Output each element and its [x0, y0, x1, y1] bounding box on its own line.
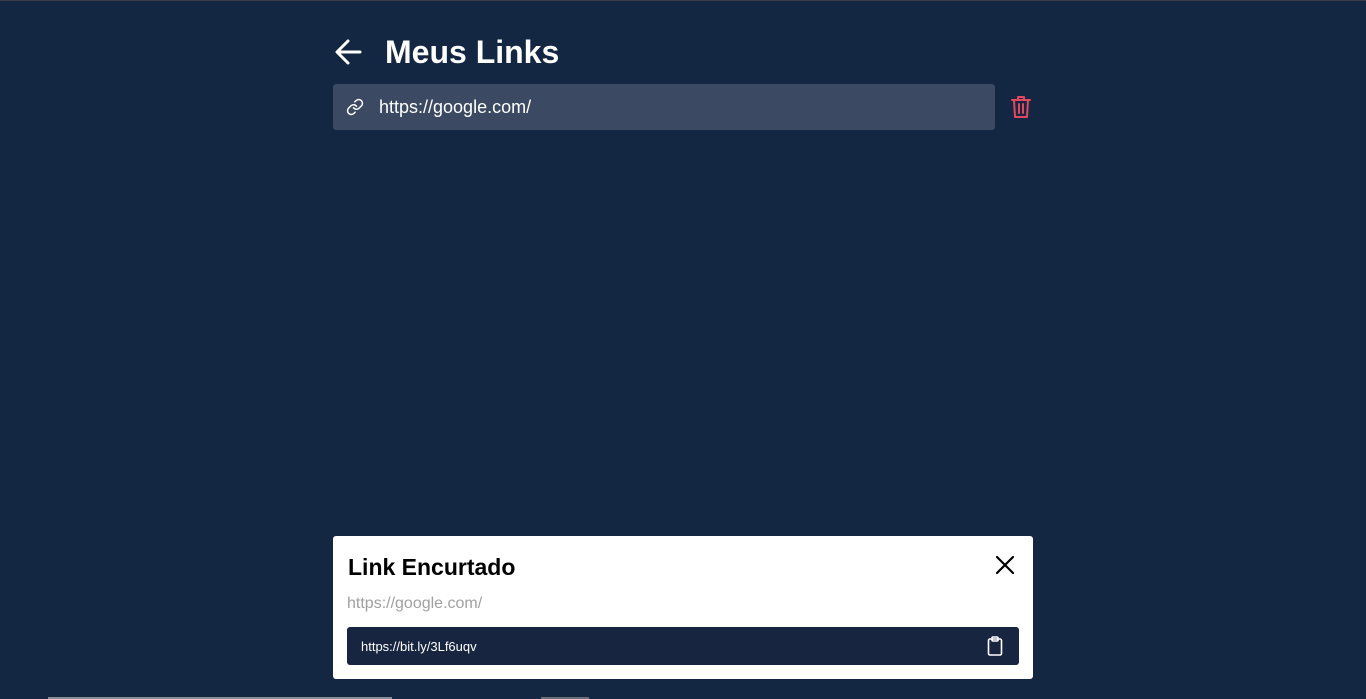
- link-url: https://google.com/: [379, 96, 532, 117]
- clipboard-icon: [987, 636, 1003, 656]
- short-url: https://bit.ly/3Lf6uqv: [361, 638, 477, 654]
- close-modal-button[interactable]: [993, 553, 1017, 577]
- window-top-border: [0, 0, 1366, 1]
- page-header: Meus Links: [333, 30, 559, 74]
- modal-title: Link Encurtado: [348, 554, 516, 580]
- back-button[interactable]: [333, 34, 369, 70]
- link-list-item[interactable]: https://google.com/: [333, 84, 995, 130]
- trash-icon: [1011, 96, 1031, 118]
- original-url: https://google.com/: [347, 595, 483, 612]
- page-title: Meus Links: [385, 34, 560, 70]
- short-url-box[interactable]: https://bit.ly/3Lf6uqv: [347, 627, 1019, 665]
- copy-button[interactable]: [985, 635, 1005, 657]
- arrow-left-icon: [335, 39, 362, 65]
- link-icon: [346, 97, 366, 117]
- shortened-link-modal: Link Encurtado https://google.com/ https…: [333, 536, 1033, 679]
- delete-link-button[interactable]: [1008, 94, 1034, 120]
- close-icon: [995, 555, 1015, 575]
